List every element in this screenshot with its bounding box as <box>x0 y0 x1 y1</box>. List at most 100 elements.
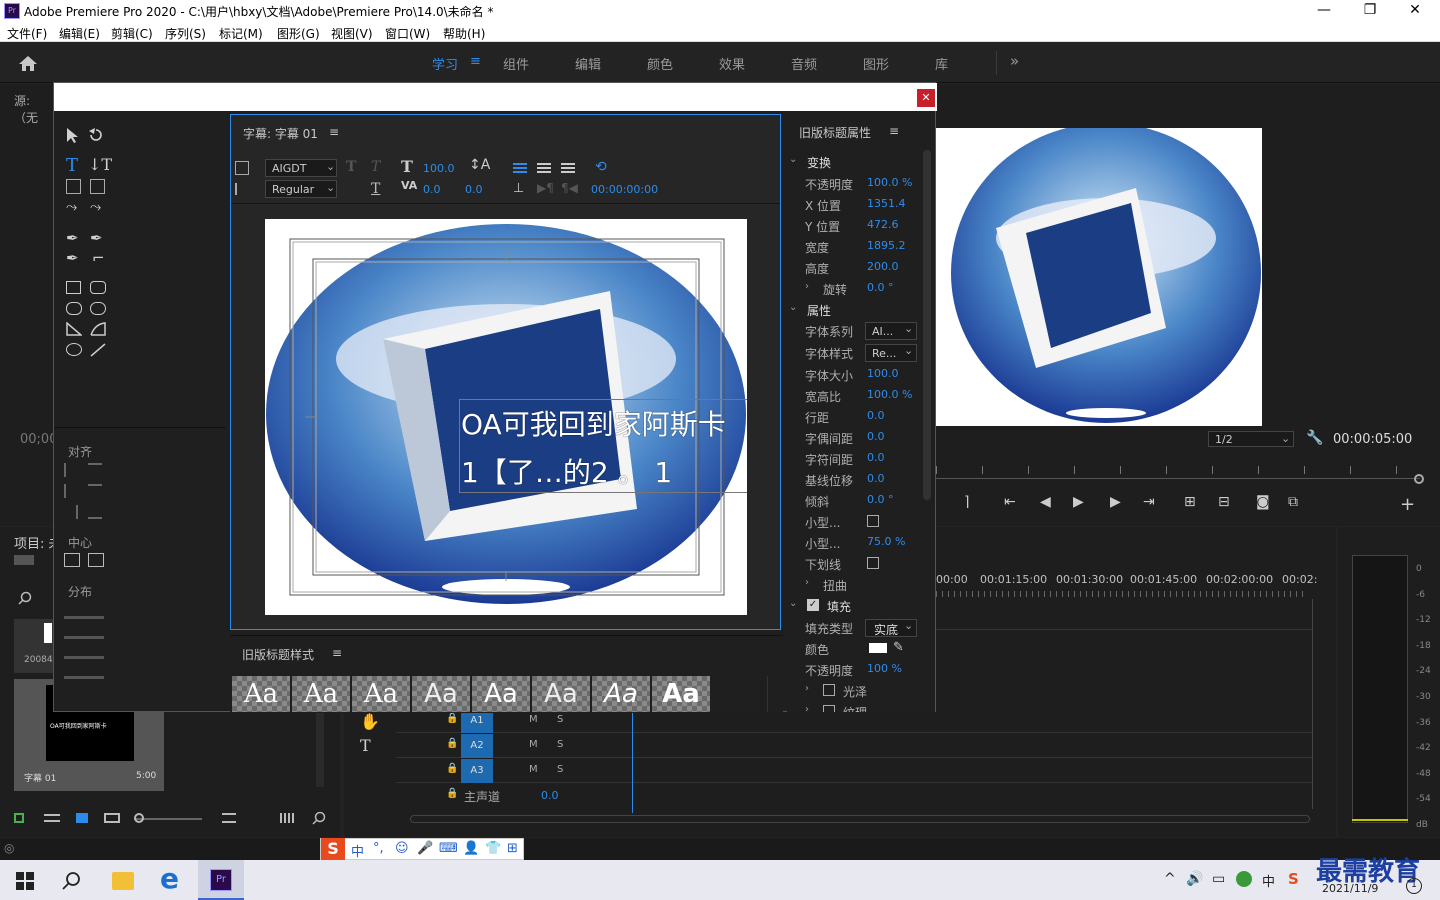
small-caps-checkbox[interactable] <box>867 515 879 527</box>
dialog-close-button[interactable]: ✕ <box>917 89 935 107</box>
fill-type-dropdown[interactable]: 实底 ⌄ <box>865 619 917 637</box>
eyedropper-icon[interactable]: ✎ <box>893 640 904 655</box>
show-video-icon[interactable]: ▶¶ <box>537 181 554 195</box>
fill-color-swatch[interactable] <box>869 643 887 653</box>
attributes-section-label[interactable]: 属性 <box>807 302 831 319</box>
style-swatch[interactable]: Aa <box>652 676 710 712</box>
font-size-value[interactable]: 100.0 <box>423 162 455 175</box>
track-a1-solo[interactable]: S <box>557 714 563 725</box>
workspace-more-button[interactable]: » <box>1010 52 1019 70</box>
volume-icon[interactable]: 🔊 <box>1186 871 1203 887</box>
leading-value[interactable]: 0.0 <box>465 183 483 196</box>
camera-icon[interactable]: ◙ <box>1256 494 1270 510</box>
tab-stops-icon[interactable] <box>235 183 249 195</box>
transform-section-label[interactable]: 变换 <box>807 154 831 171</box>
chevron-right-icon[interactable]: › <box>805 281 809 292</box>
background-timecode[interactable]: 00:00:00:00 <box>591 183 658 196</box>
automate-icon[interactable] <box>280 813 294 823</box>
playhead-line[interactable] <box>632 709 633 813</box>
track-a2-solo[interactable]: S <box>557 739 563 750</box>
type-tool-icon[interactable]: T <box>360 736 371 755</box>
track-lock-icon[interactable]: 🔒 <box>446 713 458 724</box>
zoom-slider-handle[interactable] <box>134 813 144 823</box>
track-a2-label[interactable]: A2 <box>461 734 493 758</box>
step-back-icon[interactable]: ◀ <box>1040 494 1051 510</box>
title-text-line2[interactable]: 1【了…的2 。 1 <box>461 451 672 491</box>
prop-value[interactable]: 0.0 <box>867 409 885 422</box>
background-video-icon[interactable]: ⟲ <box>595 159 607 175</box>
menu-file[interactable]: 文件(F) <box>7 25 47 42</box>
font-family-dropdown[interactable]: AIGDT ⌄ <box>265 159 337 177</box>
prop-font-style-dropdown[interactable]: Re... ⌄ <box>865 344 917 362</box>
workspace-color[interactable]: 颜色 <box>647 54 673 73</box>
style-swatch[interactable]: Aa <box>472 676 530 712</box>
font-style-dropdown[interactable]: Regular ⌄ <box>265 180 337 198</box>
track-a2-mute[interactable]: M <box>529 739 538 750</box>
menu-marker[interactable]: 标记(M) <box>219 25 263 42</box>
search-icon[interactable] <box>18 591 32 605</box>
track-lock-icon[interactable]: 🔒 <box>446 788 458 799</box>
track-lock-icon[interactable]: 🔒 <box>446 738 458 749</box>
chevron-right-icon[interactable]: › <box>805 683 809 694</box>
vertical-path-type-tool-icon[interactable]: ⤳ <box>90 199 101 215</box>
style-swatch[interactable]: Aa <box>592 676 650 712</box>
prop-value[interactable]: 1351.4 <box>867 197 906 210</box>
ime-user-icon[interactable]: 👤 <box>463 841 479 856</box>
insert-icon[interactable]: ⊞ <box>1184 494 1196 510</box>
menu-sequence[interactable]: 序列(S) <box>165 25 206 42</box>
home-icon[interactable] <box>18 55 38 71</box>
fill-checkbox[interactable]: ✓ <box>807 599 819 611</box>
ime-chinese-mode[interactable]: 中 <box>351 841 364 860</box>
ellipse-tool-icon[interactable] <box>66 343 82 356</box>
track-a3-solo[interactable]: S <box>557 764 563 775</box>
align-text-right-icon[interactable] <box>561 161 575 173</box>
align-text-left-icon[interactable] <box>513 161 527 173</box>
align-bottom-icon[interactable] <box>88 505 102 519</box>
align-text-center-icon[interactable] <box>537 161 551 173</box>
lock-icon[interactable] <box>14 813 24 823</box>
prop-value[interactable]: 0.0 ° <box>867 493 894 506</box>
chevron-down-icon[interactable]: ⌄ <box>789 598 797 609</box>
step-forward-icon[interactable]: ▶ <box>1110 494 1121 510</box>
workspace-learn-menu[interactable]: ≡ <box>470 54 481 69</box>
prop-value[interactable]: 100.0 <box>867 367 899 380</box>
prop-value[interactable]: 100.0 % <box>867 176 912 189</box>
convert-anchor-tool-icon[interactable]: ⌐ <box>92 249 105 267</box>
menu-edit[interactable]: 编辑(E) <box>59 25 100 42</box>
style-swatch[interactable]: Aa <box>232 676 290 712</box>
align-top-icon[interactable] <box>88 463 102 477</box>
center-horizontal-icon[interactable] <box>64 553 80 567</box>
program-timecode[interactable]: 00:00:05:00 <box>1333 432 1412 447</box>
track-a1-mute[interactable]: M <box>529 714 538 725</box>
line-tool-icon[interactable] <box>90 343 106 357</box>
timeline-h-scrollbar[interactable] <box>410 815 1310 823</box>
pen-tool-icon[interactable]: ✒ <box>66 229 79 247</box>
styles-scrollbar[interactable] <box>767 676 777 712</box>
properties-panel-menu[interactable]: ≡ <box>889 124 899 138</box>
prop-font-family-dropdown[interactable]: AI... ⌄ <box>865 322 917 340</box>
network-icon[interactable]: ▭ <box>1212 871 1225 887</box>
chevron-down-icon[interactable]: ⌄ <box>789 154 797 165</box>
wrench-icon[interactable]: 🔧 <box>1306 430 1323 446</box>
rounded-rectangle-tool-icon[interactable] <box>90 281 106 294</box>
distribute-icons[interactable] <box>64 603 104 679</box>
sheen-checkbox[interactable] <box>823 684 835 696</box>
prop-value[interactable]: 0.0 <box>867 430 885 443</box>
chevron-right-icon[interactable]: › <box>805 577 809 588</box>
style-swatch[interactable]: Aa <box>292 676 350 712</box>
type-tool-icon[interactable]: T <box>66 155 78 176</box>
prop-value[interactable]: 0.0 ° <box>867 281 894 294</box>
notification-icon[interactable]: 1 <box>1406 878 1422 894</box>
program-scrub-line[interactable] <box>936 478 1420 479</box>
workspace-graphics[interactable]: 图形 <box>863 54 889 73</box>
ime-punctuation[interactable]: °, <box>373 841 384 856</box>
play-icon[interactable]: ▶ <box>1073 494 1084 510</box>
icon-view-icon[interactable] <box>76 813 88 823</box>
underline-checkbox[interactable] <box>867 557 879 569</box>
chevron-right-icon[interactable]: › <box>805 704 809 712</box>
prop-value[interactable]: 0.0 <box>867 472 885 485</box>
search-icon[interactable] <box>62 871 82 891</box>
close-button[interactable]: ✕ <box>1405 2 1425 18</box>
prop-value[interactable]: 100.0 % <box>867 388 912 401</box>
title-panel-menu[interactable]: ≡ <box>329 125 339 139</box>
